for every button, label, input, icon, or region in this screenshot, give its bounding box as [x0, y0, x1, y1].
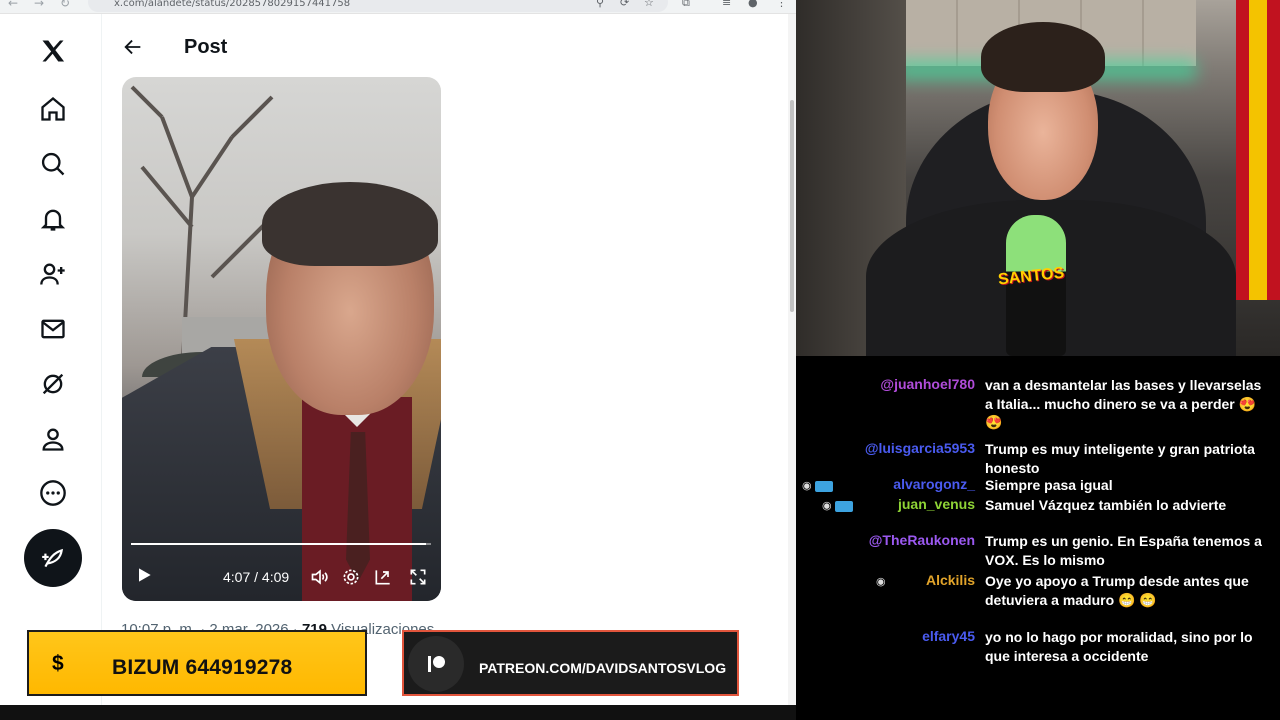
browser-window: ← → ↻ x.com/alandete/status/202857802915…	[0, 0, 796, 705]
scrollbar-thumb[interactable]	[790, 100, 794, 312]
pip-icon[interactable]	[373, 567, 393, 587]
more-options-icon[interactable]	[36, 476, 70, 510]
chat-text: Trump es muy inteligente y gran patriota…	[985, 441, 1255, 476]
chat-username[interactable]: alvarogonz_	[893, 476, 975, 492]
video-subject-hair	[262, 182, 438, 266]
chat-text: yo no lo hago por moralidad, sino por lo…	[985, 629, 1253, 664]
zoom-icon[interactable]: ⚲	[596, 0, 604, 9]
play-icon[interactable]	[134, 565, 154, 585]
post-header: Post	[102, 14, 788, 76]
x-sidebar	[0, 14, 102, 705]
video-progress-bar[interactable]	[131, 543, 431, 545]
back-nav-icon[interactable]: ←	[8, 0, 18, 10]
settings-gear-icon[interactable]	[341, 567, 361, 587]
browser-toolbar: ← → ↻ x.com/alandete/status/202857802915…	[0, 0, 796, 14]
reload-icon[interactable]: ↻	[60, 0, 70, 10]
follow-icon[interactable]	[36, 257, 70, 291]
video-time: 4:07 / 4:09	[223, 569, 290, 585]
chat-text: Trump es un genio. En España tenemos a V…	[985, 533, 1262, 568]
grok-icon[interactable]	[36, 367, 70, 401]
page-title: Post	[184, 36, 228, 58]
chat-username[interactable]: @TheRaukonen	[869, 532, 975, 548]
chat-username[interactable]: juan_venus	[898, 496, 975, 512]
user-badge-icon: ◉	[802, 479, 833, 492]
volume-icon[interactable]	[310, 567, 330, 587]
video-player[interactable]: 4:07 / 4:09	[122, 77, 441, 601]
x-logo-icon[interactable]	[36, 34, 70, 68]
streamer-hair	[981, 22, 1105, 92]
url-text: x.com/alandete/status/202857802915744175…	[114, 0, 351, 9]
sidebar-divider	[101, 14, 102, 705]
profile-avatar-icon[interactable]: ●	[748, 0, 758, 9]
chat-username[interactable]: Alckilis	[926, 572, 975, 588]
webcam-feed: SANTOS	[796, 0, 1280, 356]
screen: ← → ↻ x.com/alandete/status/202857802915…	[0, 0, 1280, 720]
chat-text: Siempre pasa igual	[985, 477, 1113, 493]
user-badge-icon: ◉	[822, 499, 853, 512]
chat-username[interactable]: @luisgarcia5953	[865, 440, 975, 456]
chat-text: Samuel Vázquez también lo advierte	[985, 497, 1227, 513]
chat-text: Oye yo apoyo a Trump desde antes que det…	[985, 573, 1249, 608]
media-icon[interactable]: ≡	[722, 0, 731, 9]
profile-icon[interactable]	[36, 422, 70, 456]
patreon-text: PATREON.COM/DAVIDSANTOSVLOG	[479, 660, 727, 676]
patreon-banner: PATREON.COM/DAVIDSANTOSVLOG	[402, 630, 739, 696]
back-arrow-icon[interactable]	[122, 36, 144, 58]
search-icon[interactable]	[36, 147, 70, 181]
forward-nav-icon[interactable]: →	[34, 0, 44, 10]
star-icon[interactable]: ☆	[644, 0, 654, 9]
video-progress-fill	[131, 543, 427, 545]
home-icon[interactable]	[36, 92, 70, 126]
user-badge-icon: ◉	[876, 576, 886, 588]
browser-menu-icon[interactable]: ⋮	[776, 0, 787, 9]
feather-quill-icon	[42, 548, 63, 568]
compose-post-button[interactable]	[24, 529, 82, 587]
patreon-logo-icon	[408, 636, 464, 692]
bizum-donation-banner: $ BIZUM 644919278	[27, 630, 367, 696]
messages-envelope-icon[interactable]	[36, 312, 70, 346]
live-chat: @juanhoel780 van a desmantelar las bases …	[796, 356, 1280, 720]
spain-flag	[1236, 0, 1280, 300]
bizum-text: BIZUM 644919278	[112, 656, 293, 679]
translate-icon[interactable]: ⟳	[620, 0, 629, 9]
notifications-bell-icon[interactable]	[36, 202, 70, 236]
fullscreen-icon[interactable]	[408, 567, 428, 587]
chat-username[interactable]: elfary45	[922, 628, 975, 644]
chat-text: van a desmantelar las bases y llevarsela…	[985, 377, 1262, 430]
chat-username[interactable]: @juanhoel780	[880, 376, 975, 392]
dollar-icon: $	[52, 652, 64, 675]
extensions-icon[interactable]: ⧉	[682, 0, 690, 10]
bottom-strip	[0, 705, 796, 720]
